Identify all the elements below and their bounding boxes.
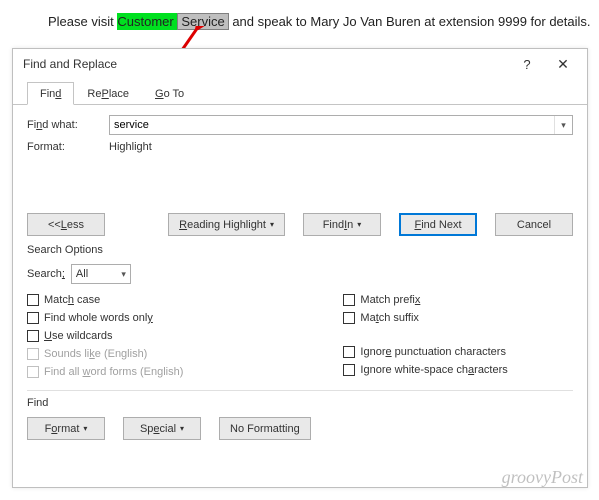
format-label: Format: [27, 141, 109, 153]
wildcards-checkbox[interactable]: Use wildcards [27, 330, 183, 342]
find-section-label: Find [27, 397, 573, 409]
format-button[interactable]: Format▾ [27, 417, 105, 440]
tabs: Find RePlace Go To [13, 79, 587, 105]
find-what-input[interactable] [110, 119, 554, 131]
special-button[interactable]: Special▾ [123, 417, 201, 440]
less-button[interactable]: << Less [27, 213, 105, 236]
ignore-punct-checkbox[interactable]: Ignore punctuation characters [343, 346, 507, 358]
ignore-white-checkbox[interactable]: Ignore white-space characters [343, 364, 507, 376]
match-case-checkbox[interactable]: Match case [27, 294, 183, 306]
no-formatting-button[interactable]: No Formatting [219, 417, 311, 440]
document-line: Please visit Customer Service and speak … [0, 0, 599, 29]
tab-goto[interactable]: Go To [142, 82, 197, 105]
search-direction-select[interactable]: All ▾ [71, 264, 131, 284]
word-forms-checkbox: Find all word forms (English) [27, 366, 183, 378]
find-in-button[interactable]: Find In▾ [303, 213, 381, 236]
search-options-label: Search Options [27, 244, 573, 256]
options-right-column: Match prefix Match suffix Ignore punctua… [343, 294, 507, 378]
dialog-titlebar: Find and Replace ? ✕ [13, 49, 587, 79]
watermark: groovyPost [502, 467, 583, 488]
cancel-button[interactable]: Cancel [495, 213, 573, 236]
help-button[interactable]: ? [509, 52, 545, 76]
highlight-customer: Customer [117, 13, 177, 30]
dialog-body: Find what: ▾ Format: Highlight << Less R… [13, 105, 587, 440]
sounds-like-checkbox: Sounds like (English) [27, 348, 183, 360]
options-left-column: Match case Find whole words only Use wil… [27, 294, 183, 378]
find-next-button[interactable]: Find Next [399, 213, 477, 236]
search-direction-label: Search; [27, 268, 65, 280]
find-what-label: Find what: [27, 119, 109, 131]
close-button[interactable]: ✕ [545, 52, 581, 76]
reading-highlight-button[interactable]: Reading Highlight▾ [168, 213, 285, 236]
doc-suffix: and speak to Mary Jo Van Buren at extens… [229, 14, 591, 29]
format-value: Highlight [109, 141, 152, 153]
match-prefix-checkbox[interactable]: Match prefix [343, 294, 507, 306]
find-replace-dialog: Find and Replace ? ✕ Find RePlace Go To … [12, 48, 588, 488]
tab-replace[interactable]: RePlace [74, 82, 142, 105]
find-what-combo[interactable]: ▾ [109, 115, 573, 135]
doc-prefix: Please visit [48, 14, 117, 29]
tab-find[interactable]: Find [27, 82, 74, 105]
combo-caret-icon[interactable]: ▾ [554, 116, 572, 134]
whole-words-checkbox[interactable]: Find whole words only [27, 312, 183, 324]
chevron-down-icon: ▾ [121, 269, 126, 280]
dialog-title: Find and Replace [23, 57, 117, 71]
match-suffix-checkbox[interactable]: Match suffix [343, 312, 507, 324]
highlight-service-selected: Service [177, 13, 228, 30]
